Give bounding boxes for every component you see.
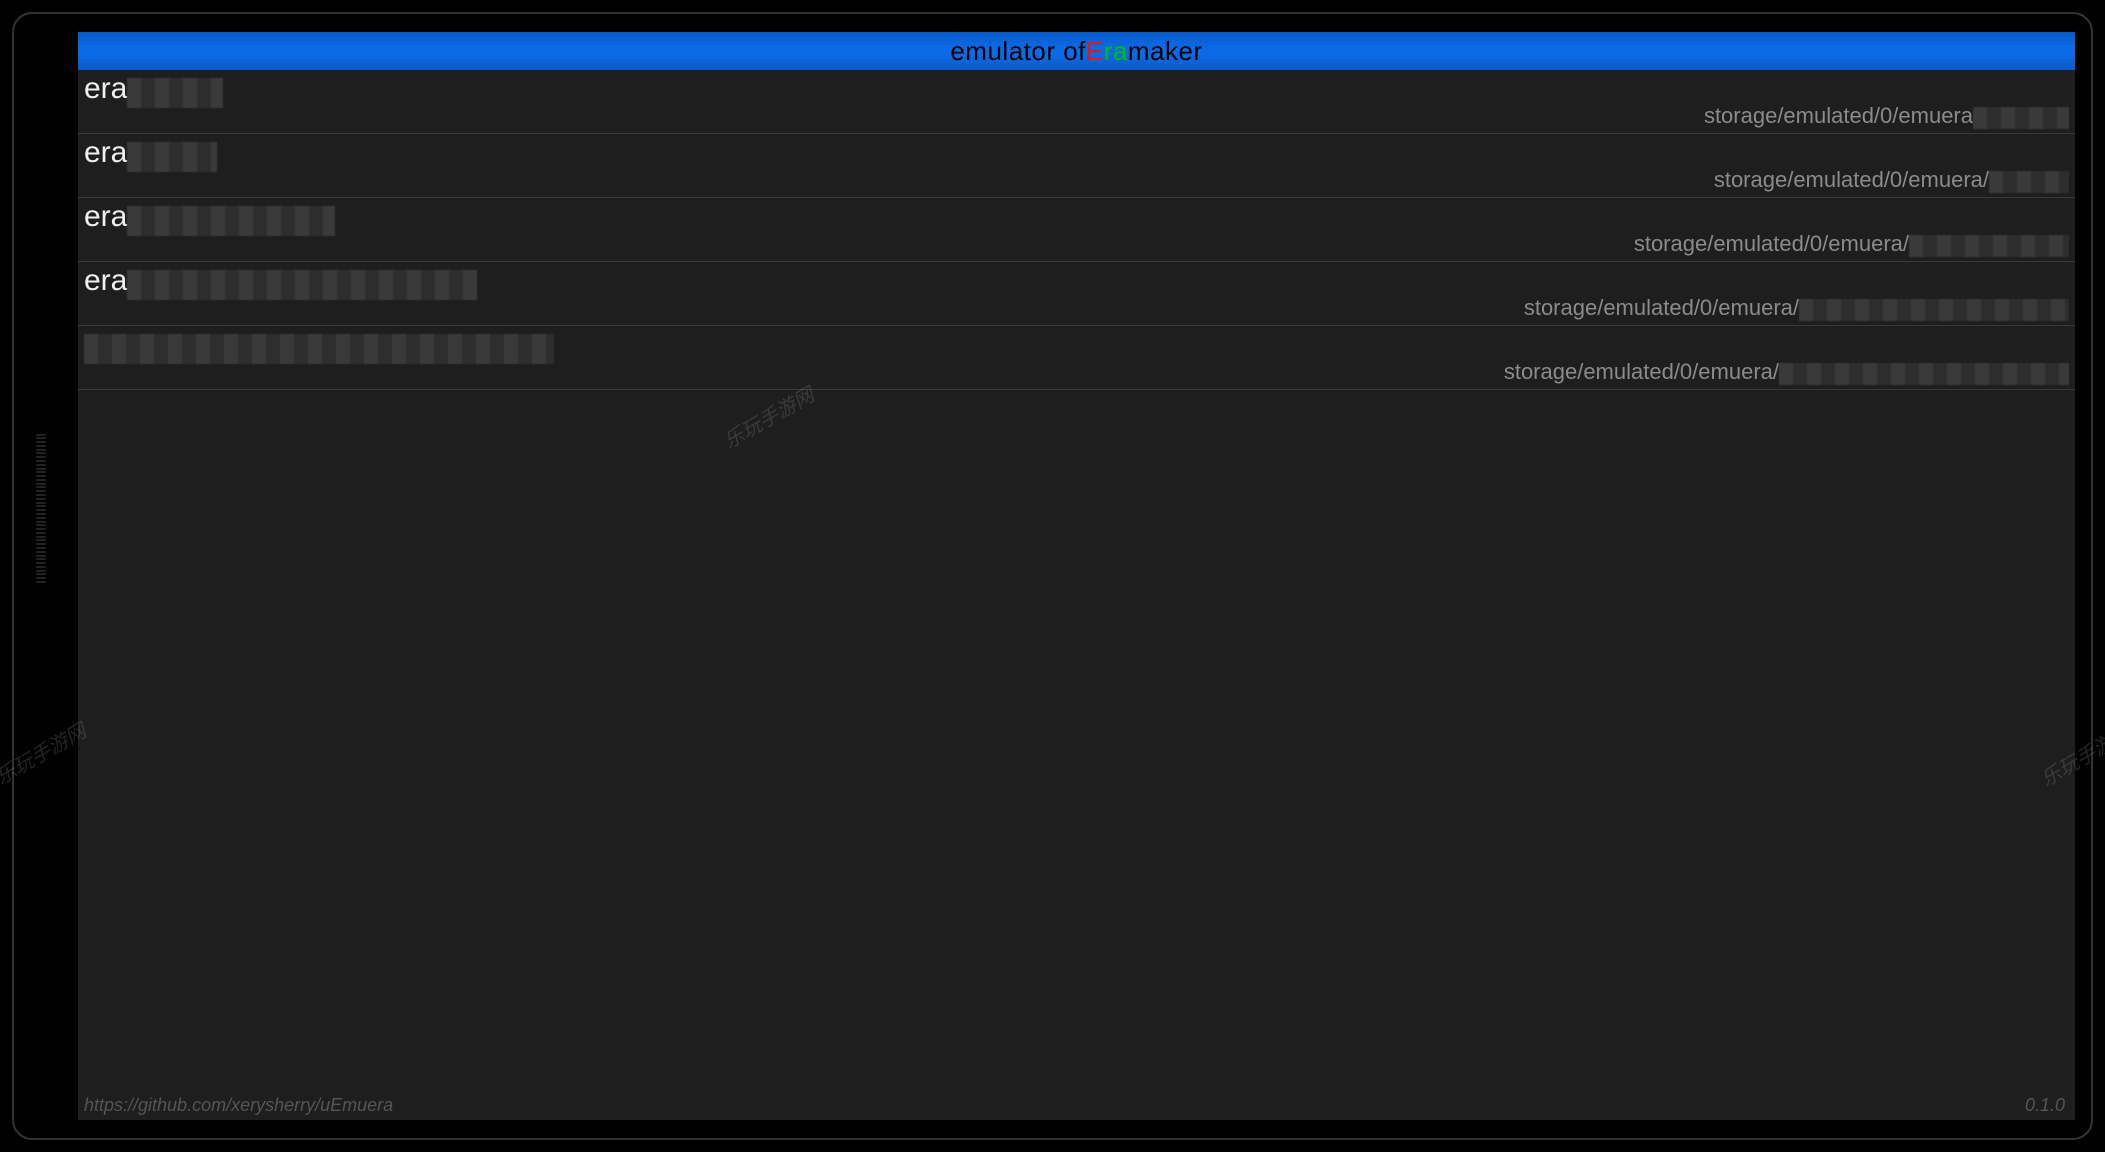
redacted-block bbox=[1973, 107, 2069, 129]
title-suffix: maker bbox=[1128, 36, 1203, 67]
list-item[interactable]: storage/emulated/0/emuera/ bbox=[78, 326, 2075, 390]
title-E: E bbox=[1086, 36, 1104, 67]
redacted-block bbox=[127, 142, 217, 172]
list-item-path: storage/emulated/0/emuera bbox=[1704, 103, 2069, 129]
redacted-block bbox=[1799, 299, 2069, 321]
list-item-title bbox=[84, 326, 554, 364]
title-bar: emulator of E ra maker bbox=[78, 32, 2075, 70]
title-ra: ra bbox=[1104, 36, 1128, 67]
device-frame: emulator of E ra maker era storage/emulat… bbox=[12, 12, 2093, 1140]
title-prefix: emulator of bbox=[950, 36, 1086, 67]
list-item-path: storage/emulated/0/emuera/ bbox=[1634, 231, 2069, 257]
list-item[interactable]: era storage/emulated/0/emuera/ bbox=[78, 134, 2075, 198]
list-item-title: era bbox=[84, 198, 335, 236]
list-item[interactable]: era storage/emulated/0/emuera bbox=[78, 70, 2075, 134]
list-item-title: era bbox=[84, 262, 477, 300]
game-list: era storage/emulated/0/emuera era storage/e… bbox=[78, 70, 2075, 390]
redacted-block bbox=[1909, 235, 2069, 257]
redacted-block bbox=[84, 334, 554, 364]
redacted-block bbox=[127, 206, 335, 236]
list-item[interactable]: era storage/emulated/0/emuera/ bbox=[78, 198, 2075, 262]
list-item-title: era bbox=[84, 134, 217, 172]
footer-url[interactable]: https://github.com/xerysherry/uEmuera bbox=[84, 1095, 393, 1116]
redacted-block bbox=[1779, 363, 2069, 385]
redacted-block bbox=[127, 78, 223, 108]
footer-version: 0.1.0 bbox=[2025, 1095, 2065, 1116]
redacted-block bbox=[127, 270, 477, 300]
redacted-block bbox=[1989, 171, 2069, 193]
watermark: 乐玩手游网 bbox=[717, 379, 818, 454]
list-item[interactable]: era storage/emulated/0/emuera/ bbox=[78, 262, 2075, 326]
list-item-title: era bbox=[84, 70, 223, 108]
speaker-grill bbox=[36, 434, 46, 584]
app-screen: emulator of E ra maker era storage/emulat… bbox=[78, 32, 2075, 1120]
list-item-path: storage/emulated/0/emuera/ bbox=[1524, 295, 2069, 321]
list-item-path: storage/emulated/0/emuera/ bbox=[1504, 359, 2069, 385]
list-item-path: storage/emulated/0/emuera/ bbox=[1714, 167, 2069, 193]
